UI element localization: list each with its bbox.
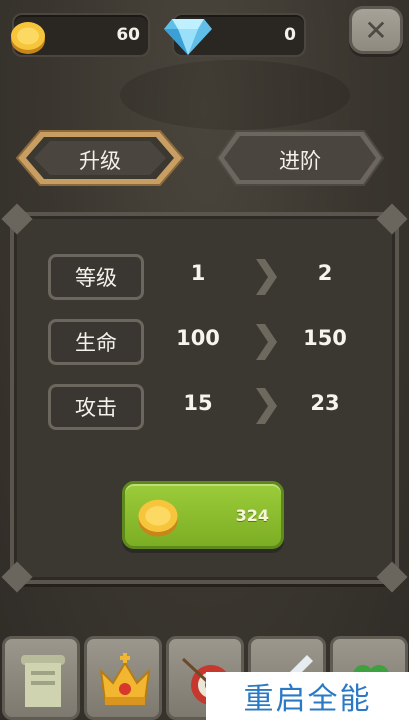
close-icon: ✕ (364, 13, 388, 47)
close-button[interactable]: ✕ (349, 6, 403, 54)
stat-hp-next: 150 (303, 326, 347, 350)
gem-count: 0 (284, 25, 296, 45)
arrow-right-icon (256, 259, 277, 295)
gem-counter: 0 (164, 13, 306, 57)
stat-label-hp: 生命 (48, 319, 144, 365)
crown-icon (99, 653, 151, 705)
panel-corner (1, 203, 33, 235)
stat-hp-current: 100 (176, 326, 220, 350)
scroll-icon (21, 655, 65, 707)
watermark-logo: 重启全能 (206, 672, 409, 720)
coin-icon (138, 499, 178, 537)
nav-crown-button[interactable] (84, 636, 162, 720)
stat-label-attack: 攻击 (48, 384, 144, 430)
diamond-icon (164, 19, 212, 55)
upgrade-cost: 324 (235, 506, 269, 525)
tab-upgrade[interactable]: 升级 (14, 128, 186, 188)
tab-upgrade-label: 升级 (79, 149, 121, 173)
background-shadow (120, 60, 350, 130)
stat-attack-next: 23 (310, 391, 340, 415)
stat-attack-current: 15 (183, 391, 213, 415)
stat-level-current: 1 (190, 261, 206, 285)
nav-scroll-button[interactable] (2, 636, 80, 720)
stat-level-next: 2 (317, 261, 333, 285)
upgrade-buy-button[interactable]: 324 (122, 481, 284, 549)
arrow-right-icon (256, 324, 277, 360)
coin-icon (11, 22, 45, 54)
panel-corner (1, 561, 33, 593)
coin-counter: 60 (11, 13, 150, 57)
stat-label-level: 等级 (48, 254, 144, 300)
tab-advance[interactable]: 进阶 (214, 128, 386, 188)
panel-corner (376, 561, 408, 593)
arrow-right-icon (256, 388, 277, 424)
coin-count: 60 (116, 25, 140, 45)
panel-corner (376, 203, 408, 235)
tab-advance-label: 进阶 (279, 149, 321, 173)
